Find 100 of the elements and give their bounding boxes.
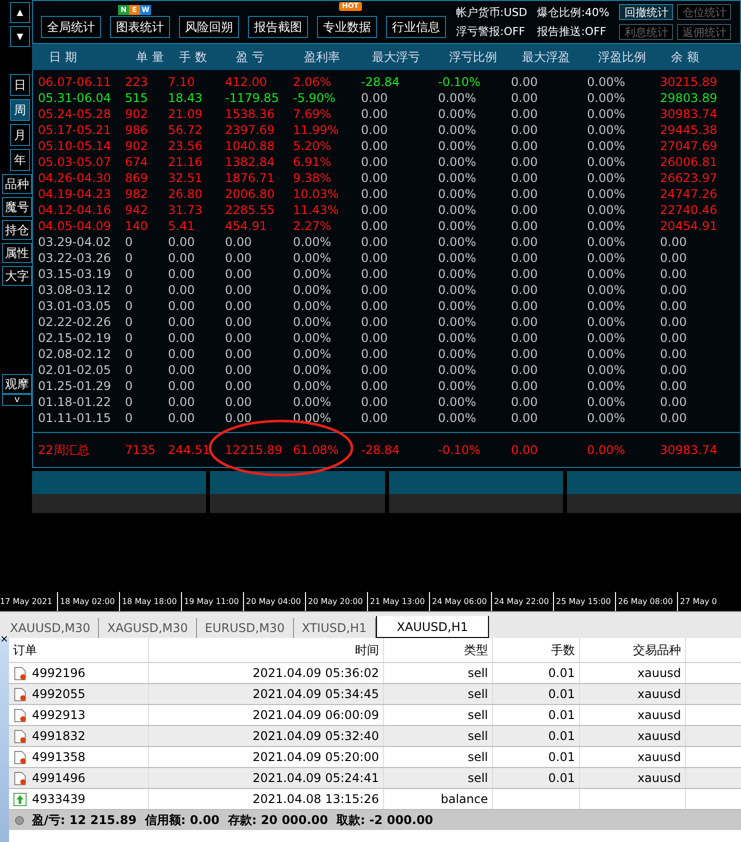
toolbar-button[interactable]: 报告截图: [248, 16, 308, 38]
order-row[interactable]: 4992196 2021.04.09 05:36:02 sell 0.01 xauusd: [9, 663, 741, 684]
table-cell-text: 0.00%: [293, 235, 332, 249]
sidebar-tab[interactable]: 年: [10, 149, 30, 171]
table-cell-text: 0.00%: [293, 331, 332, 345]
table-cell: 0.01: [548, 729, 575, 743]
table-cell: 2021.04.09 05:24:41: [252, 771, 379, 785]
stats-button[interactable]: 回撤统计: [619, 4, 674, 20]
order-row[interactable]: 4991832 2021.04.09 05:32:40 sell 0.01 xauusd: [9, 726, 741, 747]
scroll-arrow-button[interactable]: ▼: [10, 26, 30, 47]
time-label: 26 May 08:00: [615, 592, 677, 611]
order-row[interactable]: 4991358 2021.04.09 05:20:00 sell 0.01 xauusd: [9, 747, 741, 768]
time-label: 20 May 04:00: [243, 592, 305, 611]
table-cell-text: 0.00%: [438, 299, 478, 313]
column-header[interactable]: 手数: [493, 638, 580, 662]
sidebar-tab[interactable]: 月: [10, 124, 30, 146]
table-cell-text: 02.01-02.05: [38, 363, 112, 377]
time-label: 20 May 20:00: [305, 592, 367, 611]
table-cell-text: 30215.89: [660, 75, 718, 89]
order-number: 4991496: [32, 771, 86, 785]
order-row[interactable]: 4933439 2021.04.08 13:15:26 balance: [9, 789, 741, 810]
table-cell-text: 0.00: [660, 235, 688, 249]
summary-cell-text: 0.00: [511, 443, 539, 457]
table-cell-text: 0.00%: [438, 363, 478, 377]
table-cell-text: 0.00: [511, 139, 539, 153]
scroll-arrow-button[interactable]: ▲: [10, 2, 30, 23]
table-cell-text: 1876.71: [225, 171, 276, 185]
table-cell-text: 05.10-05.14: [38, 139, 112, 153]
table-cell: sell: [468, 771, 488, 785]
sidebar-tab[interactable]: 日: [10, 74, 30, 96]
table-cell-text: 0.00%: [438, 91, 478, 105]
sidebar-tab[interactable]: 大字: [2, 266, 32, 286]
table-cell-text: 0: [125, 299, 134, 313]
table-cell-text: 26623.97: [660, 171, 718, 185]
order-number: 4991358: [32, 750, 86, 764]
table-cell: 0.01: [548, 708, 575, 722]
column-header[interactable]: 订单: [9, 638, 149, 662]
table-cell-text: 02.08-02.12: [38, 347, 112, 361]
table-cell-text: 01.18-01.22: [38, 395, 112, 409]
time-label: 27 May 0: [677, 592, 741, 611]
table-cell-text: 0.00%: [587, 283, 626, 297]
sidebar-tab[interactable]: 持仓: [2, 220, 32, 240]
summary-cell-text: 12215.89: [225, 443, 284, 457]
table-cell-text: 0.00: [225, 395, 253, 409]
toolbar-button[interactable]: 图表统计: [110, 16, 170, 38]
column-header[interactable]: 时间: [149, 638, 384, 662]
table-cell-text: 7.10: [168, 75, 196, 89]
sidebar-tab[interactable]: 周: [10, 99, 30, 121]
table-cell-text: 454.91: [225, 219, 268, 233]
summary-cell-text: -0.10%: [438, 443, 482, 457]
toolbar-button[interactable]: 全局统计: [41, 16, 101, 38]
sidebar-tab[interactable]: 观摩: [2, 374, 32, 394]
order-row[interactable]: 4991496 2021.04.09 05:24:41 sell 0.01 xauusd: [9, 768, 741, 789]
sidebar-tab[interactable]: 魔号: [2, 197, 32, 217]
table-cell-text: 869: [125, 171, 149, 185]
table-cell-text: 0.00%: [587, 155, 626, 169]
table-cell-text: 0: [125, 379, 134, 393]
account-info: 浮亏警报:OFF: [456, 24, 526, 39]
table-cell: 2021.04.09 05:36:02: [252, 666, 379, 680]
table-cell-text: 0.00%: [587, 315, 626, 329]
sidebar-tab[interactable]: 品种: [2, 174, 32, 194]
table-cell-text: 0.00: [660, 379, 688, 393]
table-cell-text: 0.00: [660, 267, 688, 281]
table-cell-text: 0.00: [168, 331, 196, 345]
table-cell-text: 0.00%: [587, 347, 626, 361]
table-cell-text: 0.00%: [293, 299, 332, 313]
chart-tab[interactable]: XAUUSD,H1: [376, 616, 490, 638]
column-header[interactable]: 交易品种: [580, 638, 686, 662]
order-row[interactable]: 4992055 2021.04.09 05:34:45 sell 0.01 xauusd: [9, 684, 741, 705]
table-cell-text: 0.00%: [438, 219, 478, 233]
table-cell: xauusd: [637, 666, 681, 680]
table-cell-text: 0.00%: [293, 315, 332, 329]
table-cell-text: 0.00%: [587, 299, 626, 313]
toolbar-button[interactable]: 专业数据: [317, 16, 377, 38]
sidebar-tab[interactable]: 属性: [2, 243, 32, 263]
order-number: 4992196: [32, 666, 86, 680]
column-header: 最大浮亏: [371, 48, 421, 66]
table-cell-text: 0.00: [511, 187, 539, 201]
table-cell-text: 0.00: [225, 283, 253, 297]
table-cell-text: 29803.89: [660, 91, 718, 105]
table-cell-text: 0.00%: [587, 379, 626, 393]
table-cell-text: 0.00: [168, 411, 196, 425]
table-cell-text: 515: [125, 91, 149, 105]
table-cell-text: 0.00%: [587, 411, 626, 425]
expand-button[interactable]: v: [2, 394, 32, 406]
table-cell-text: 03.08-03.12: [38, 283, 112, 297]
table-cell-text: 03.29-04.02: [38, 235, 112, 249]
table-cell-text: 0: [125, 395, 134, 409]
table-cell-text: 0.00: [225, 251, 253, 265]
table-cell-text: 32.51: [168, 171, 204, 185]
table-cell-text: 0.00: [511, 411, 539, 425]
toolbar-button[interactable]: 行业信息: [386, 16, 446, 38]
table-cell-text: 0.00%: [438, 267, 478, 281]
table-cell-text: 902: [125, 139, 149, 153]
toolbar-button[interactable]: 风险回朔: [179, 16, 239, 38]
table-cell-text: 0.00: [168, 395, 196, 409]
order-row[interactable]: 4992913 2021.04.09 06:00:09 sell 0.01 xauusd: [9, 705, 741, 726]
summary-cell-text: 7135: [125, 443, 157, 457]
column-header[interactable]: 类型: [384, 638, 493, 662]
table-cell-text: 0.00%: [587, 395, 626, 409]
